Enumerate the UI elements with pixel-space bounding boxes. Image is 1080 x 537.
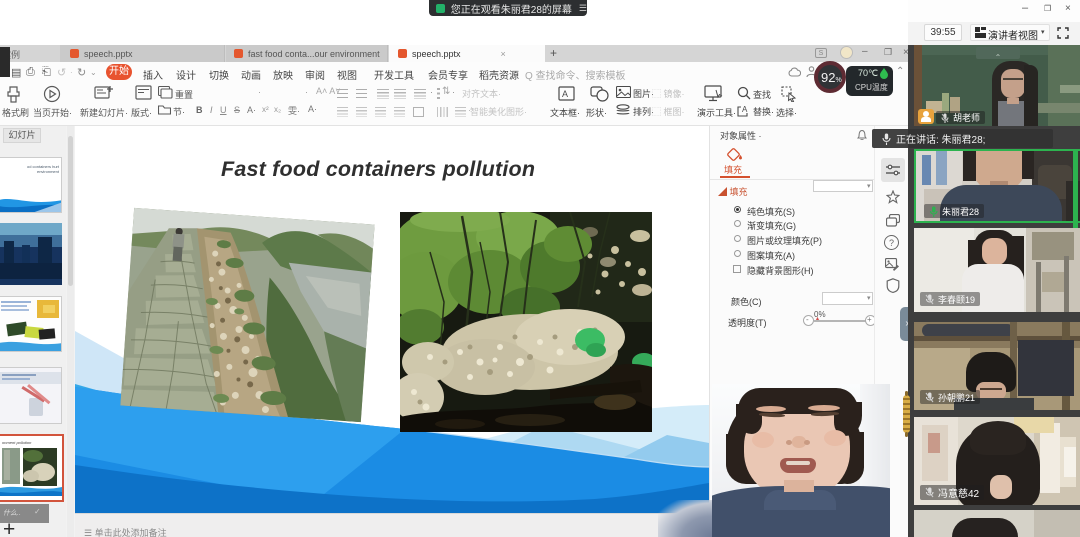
svg-text:A: A [562,89,568,99]
svg-text:A: A [742,105,748,114]
